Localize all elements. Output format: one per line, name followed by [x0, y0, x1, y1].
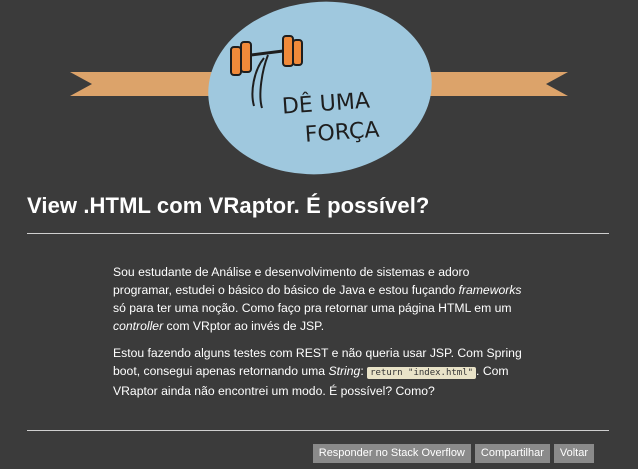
share-button[interactable]: Compartilhar	[474, 444, 550, 463]
question-body: Sou estudante de Análise e desenvolvimen…	[113, 263, 523, 409]
question-title: View .HTML com VRaptor. É possível?	[27, 193, 430, 218]
divider-top	[27, 233, 609, 234]
action-bar: Responder no Stack Overflow Compartilhar…	[312, 444, 594, 463]
site-logo: DÊ UMA FORÇA	[70, 1, 568, 175]
answer-on-stackoverflow-button[interactable]: Responder no Stack Overflow	[312, 444, 471, 463]
question-paragraph-2: Estou fazendo alguns testes com REST e n…	[113, 346, 522, 398]
back-button[interactable]: Voltar	[553, 444, 594, 463]
divider-bottom	[27, 430, 609, 431]
logo-text-line2: FORÇA	[304, 118, 380, 148]
code-snippet: return "index.html"	[367, 367, 477, 379]
question-paragraph-1: Sou estudante de Análise e desenvolvimen…	[113, 265, 522, 333]
